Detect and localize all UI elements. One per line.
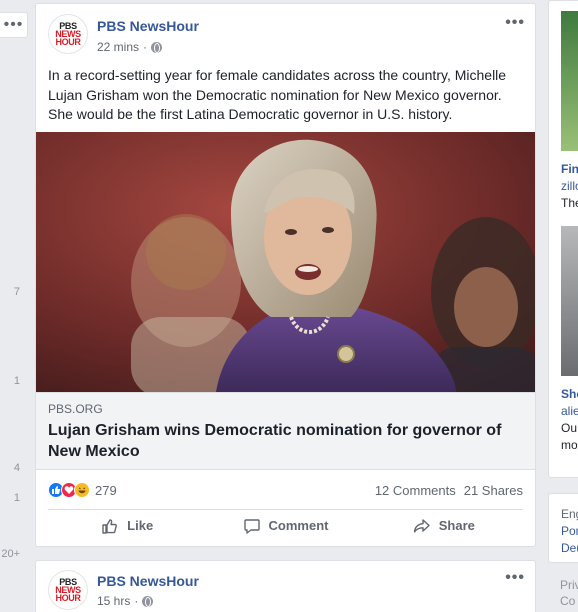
feed-post: PBS NEWS HOUR PBS NewsHour 15 hrs · ••• [35,560,536,612]
thumbs-up-icon [102,518,118,534]
footer-link[interactable]: Priv [560,578,578,592]
page-name-link[interactable]: PBS NewsHour [97,18,199,34]
page-name-link[interactable]: PBS NewsHour [97,573,199,589]
post-timestamp[interactable]: 15 hrs [97,594,130,608]
post-text: In a record-setting year for female cand… [48,67,507,122]
meta-separator: · [134,594,139,608]
comment-icon [243,518,260,534]
news-thumbnail[interactable] [561,11,578,151]
globe-icon [151,41,163,53]
news-source[interactable]: zillo [561,178,578,195]
left-count[interactable]: 1 [0,492,20,504]
language-link[interactable]: Deu [561,540,578,557]
post-meta: 15 hrs · [97,594,154,608]
comment-button[interactable]: Comment [206,517,364,535]
link-domain: PBS.ORG [48,402,103,416]
link-preview-footer[interactable]: PBS.ORG Lujan Grisham wins Democratic no… [36,392,535,470]
meta-separator: · [143,40,148,54]
reaction-count[interactable]: 279 [95,483,117,498]
post-meta: 22 mins · [97,40,163,54]
like-label: Like [127,518,154,533]
haha-icon[interactable] [74,482,90,498]
post-header: PBS NEWS HOUR PBS NewsHour 15 hrs · ••• [36,561,535,612]
news-snippet: mo [561,438,578,452]
feed-post: PBS NEWS HOUR PBS NewsHour 22 mins · •••… [35,3,536,547]
post-header: PBS NEWS HOUR PBS NewsHour 22 mins · ••• [36,4,535,62]
comment-label: Comment [268,518,329,533]
news-title[interactable]: Fin [561,161,578,178]
news-source[interactable]: alie [561,403,578,420]
left-more-button[interactable]: ••• [0,12,28,38]
post-options-button[interactable]: ••• [505,14,525,32]
footer-link[interactable]: Co [560,594,575,608]
language-card: Eng Por Deu [548,493,578,563]
shares-count-link[interactable]: 21 Shares [464,483,523,498]
left-count[interactable]: 20+ [0,548,20,560]
news-snippet: The [561,196,578,210]
link-preview-image[interactable] [36,132,535,392]
left-rail: ••• 7 1 4 1 20+ [0,0,30,612]
right-sidebar-card: Fin zillo The She alie Ou mo [548,0,578,478]
engagement-counts: 12 Comments 21 Shares [375,483,523,498]
share-icon [413,518,430,532]
comments-count-link[interactable]: 12 Comments [375,483,456,498]
page-avatar[interactable]: PBS NEWS HOUR [48,14,88,54]
globe-icon [142,595,154,607]
logo-line: HOUR [55,37,81,47]
logo-line: HOUR [55,593,81,603]
post-options-button[interactable]: ••• [505,569,525,587]
share-label: Share [438,518,475,533]
post-timestamp[interactable]: 22 mins [97,40,139,54]
page-avatar[interactable]: PBS NEWS HOUR [48,570,88,610]
like-button[interactable]: Like [48,517,206,535]
news-snippet: Ou [561,421,578,435]
link-title[interactable]: Lujan Grisham wins Democratic nomination… [48,420,523,462]
article-photo [36,132,535,392]
left-count[interactable]: 7 [0,286,20,298]
left-count[interactable]: 4 [0,462,20,474]
language-link[interactable]: Por [561,523,578,540]
language-current: Eng [561,507,578,521]
share-button[interactable]: Share [365,517,523,535]
news-thumbnail[interactable] [561,226,578,376]
reactions-bar: 279 12 Comments 21 Shares [48,478,523,502]
post-actions: Like Comment Share [48,509,523,541]
left-count[interactable]: 1 [0,375,20,387]
news-title[interactable]: She [561,386,578,403]
